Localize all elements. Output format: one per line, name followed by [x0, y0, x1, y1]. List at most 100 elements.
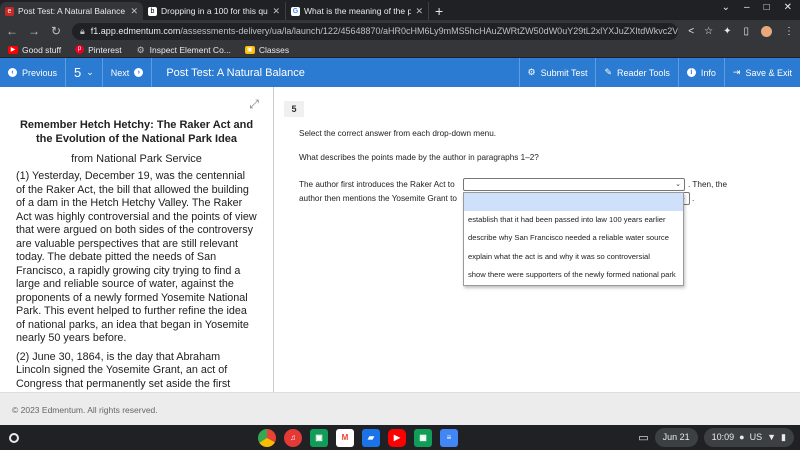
- pinterest-icon: p: [75, 45, 85, 54]
- gmail-icon[interactable]: M: [336, 429, 354, 447]
- reload-icon[interactable]: ↻: [50, 24, 62, 38]
- new-tab-button[interactable]: +: [429, 2, 449, 20]
- status-area: ▭ Jun 21 10:09 ● US ▼ ▮: [638, 428, 794, 447]
- submit-label: Submit Test: [540, 67, 588, 78]
- clock-text: 10:09: [711, 432, 735, 442]
- browser-toolbar: ← → ↻ 🔒︎ f1.app.edmentum.com/assessments…: [0, 20, 800, 42]
- passage-panel[interactable]: ⤢ Remember Hetch Hetchy: The Raker Act a…: [0, 87, 274, 392]
- save-exit-label: Save & Exit: [745, 67, 792, 78]
- dropdown-option[interactable]: describe why San Francisco needed a reli…: [464, 229, 683, 247]
- question-selector[interactable]: 5 ⌄: [66, 58, 102, 87]
- sheets-icon[interactable]: ▦: [414, 429, 432, 447]
- locale-text: US: [749, 432, 763, 442]
- tab-dropping-question[interactable]: b Dropping in a 100 for this question ✕: [143, 2, 286, 20]
- previous-label: Previous: [22, 67, 58, 78]
- youtube-icon[interactable]: ▶: [388, 429, 406, 447]
- url-host: f1.app.edmentum.com: [90, 26, 181, 36]
- window-controls: ⌄ – □ ✕: [722, 2, 800, 13]
- forward-icon[interactable]: →: [28, 24, 40, 38]
- share-icon[interactable]: <: [688, 26, 694, 37]
- test-title: Post Test: A Natural Balance: [166, 66, 305, 79]
- passage-source: from National Park Service: [71, 153, 202, 165]
- os-shelf: ♫ ▣ M ▰ ▶ ▦ ≡ ▭ Jun 21 10:09 ● US ▼ ▮: [0, 425, 800, 450]
- brainly-icon: b: [148, 6, 157, 16]
- menu-kebab-icon[interactable]: ⋮: [784, 26, 794, 37]
- expand-icon[interactable]: ⤢: [247, 97, 261, 111]
- address-bar[interactable]: 🔒︎ f1.app.edmentum.com/assessments-deliv…: [72, 22, 679, 40]
- answer-line-1-after: . Then, the: [688, 180, 727, 189]
- previous-button[interactable]: ‹ Previous: [0, 58, 65, 87]
- classroom-icon: ▣: [244, 45, 255, 54]
- battery-icon: ▮: [781, 432, 786, 442]
- maximize-icon[interactable]: □: [764, 2, 770, 13]
- date-tray[interactable]: Jun 21: [654, 428, 698, 447]
- chevron-right-icon: ›: [134, 68, 144, 77]
- extensions-icon[interactable]: ✦: [723, 26, 731, 37]
- tab-search-icon[interactable]: ⌄: [722, 2, 730, 13]
- chevron-down-icon: ⌄: [86, 67, 94, 77]
- chrome-icon[interactable]: [258, 429, 276, 447]
- google-icon: G: [291, 6, 300, 16]
- close-tab-icon[interactable]: ✕: [415, 6, 423, 17]
- bookmark-star-icon[interactable]: ☆: [704, 26, 713, 37]
- tab-post-test[interactable]: e Post Test: A Natural Balance ✕: [0, 2, 143, 20]
- page-footer: © 2023 Edmentum. All rights reserved.: [0, 392, 800, 425]
- tab-title: What is the meaning of the phrase: [304, 6, 412, 16]
- answer-line-2-after: .: [692, 194, 695, 203]
- answer-dropdown-1[interactable]: ⌄: [463, 178, 685, 191]
- date-text: Jun 21: [662, 432, 690, 442]
- side-panel-icon[interactable]: ▯: [743, 26, 749, 37]
- dropdown-option-blank[interactable]: [464, 193, 683, 211]
- profile-avatar[interactable]: [761, 25, 772, 37]
- bookmarks-bar: ▶ Good stuff p Pinterest ⚙ Inspect Eleme…: [0, 42, 800, 58]
- bookmark-good-stuff[interactable]: ▶ Good stuff: [8, 45, 61, 55]
- tab-title: Post Test: A Natural Balance: [18, 6, 126, 16]
- tab-phrase-meaning[interactable]: G What is the meaning of the phrase ✕: [286, 2, 429, 20]
- launcher-icon[interactable]: [9, 432, 19, 443]
- copyright-text: © 2023 Edmentum. All rights reserved.: [12, 405, 158, 415]
- close-tab-icon[interactable]: ✕: [272, 6, 280, 17]
- info-button[interactable]: i Info: [679, 58, 724, 87]
- bookmark-label: Classes: [258, 44, 290, 55]
- save-exit-button[interactable]: ⇥ Save & Exit: [725, 58, 800, 87]
- lock-icon[interactable]: 🔒︎: [80, 26, 85, 37]
- dropdown-option[interactable]: establish that it had been passed into l…: [464, 211, 683, 229]
- tab-title: Dropping in a 100 for this question: [161, 6, 268, 16]
- youtube-music-icon[interactable]: ♫: [284, 429, 302, 447]
- minimize-icon[interactable]: –: [744, 2, 750, 13]
- url-path: /assessments-delivery/ua/la/launch/122/4…: [180, 26, 679, 36]
- dropdown-option[interactable]: show there were supporters of the newly …: [464, 266, 683, 284]
- question-prompt: What describes the points made by the au…: [299, 153, 539, 162]
- answer-line-1-before: The author first introduces the Raker Ac…: [299, 180, 455, 189]
- submit-icon: ⚙: [527, 67, 536, 77]
- tote-icon[interactable]: ▭: [638, 431, 648, 444]
- answer-line-2-before: author then mentions the Yosemite Grant …: [299, 194, 457, 203]
- passage-paragraph: (1) Yesterday, December 19, was the cent…: [16, 170, 257, 344]
- wrench-icon: ✎: [604, 67, 613, 77]
- submit-test-button[interactable]: ⚙ Submit Test: [520, 58, 596, 87]
- bookmark-classes[interactable]: ▣ Classes: [244, 44, 290, 55]
- back-icon[interactable]: ←: [6, 24, 18, 38]
- answer-line-2: author then mentions the Yosemite Grant …: [299, 194, 457, 203]
- next-button[interactable]: Next ›: [103, 58, 152, 87]
- reader-tools-label: Reader Tools: [617, 67, 670, 78]
- classroom-icon[interactable]: ▣: [310, 429, 328, 447]
- bookmark-label: Pinterest: [88, 44, 122, 55]
- files-icon[interactable]: ▰: [362, 429, 380, 447]
- notification-icon: ●: [739, 432, 745, 442]
- question-instruction: Select the correct answer from each drop…: [299, 129, 497, 138]
- dropdown-option[interactable]: explain what the act is and why it was s…: [464, 248, 683, 266]
- close-window-icon[interactable]: ✕: [784, 2, 792, 13]
- bookmark-inspect-element[interactable]: ⚙ Inspect Element Co...: [136, 45, 231, 55]
- system-tray[interactable]: 10:09 ● US ▼ ▮: [703, 428, 794, 447]
- close-tab-icon[interactable]: ✕: [130, 6, 138, 17]
- answer-line-1: The author first introduces the Raker Ac…: [299, 180, 455, 189]
- shelf-apps: ♫ ▣ M ▰ ▶ ▦ ≡: [258, 429, 458, 447]
- bookmark-pinterest[interactable]: p Pinterest: [75, 45, 122, 55]
- chevron-down-icon: ⌄: [675, 181, 681, 188]
- edmentum-icon: e: [5, 6, 14, 16]
- dropdown-options-list: establish that it had been passed into l…: [463, 192, 684, 286]
- docs-icon[interactable]: ≡: [440, 429, 458, 447]
- wifi-icon: ▼: [767, 432, 777, 442]
- reader-tools-button[interactable]: ✎ Reader Tools: [596, 58, 677, 87]
